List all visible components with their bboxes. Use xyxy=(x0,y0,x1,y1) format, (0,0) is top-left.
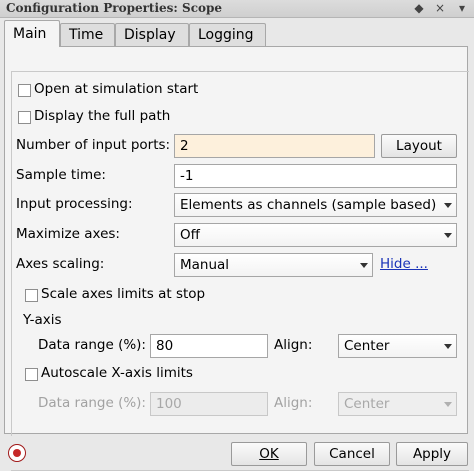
tab-bar: Main Time Display Logging xyxy=(0,20,474,47)
x-data-range-label: Data range (%): xyxy=(38,395,146,411)
chevron-down-icon xyxy=(360,263,368,268)
shade-icon[interactable]: ◆ xyxy=(411,1,427,15)
layout-button[interactable]: Layout xyxy=(381,134,457,158)
y-align-label: Align: xyxy=(274,337,313,353)
chevron-down-icon xyxy=(444,402,452,407)
axes-scaling-label: Axes scaling: xyxy=(16,256,105,272)
cancel-button-label: Cancel xyxy=(329,446,375,462)
tab-time[interactable]: Time xyxy=(60,23,115,47)
tab-main[interactable]: Main xyxy=(4,20,60,47)
display-full-path-checkbox[interactable] xyxy=(18,111,31,124)
x-align-value: Center xyxy=(344,396,390,412)
autoscale-x-label: Autoscale X-axis limits xyxy=(41,365,193,381)
ok-button-label: OK xyxy=(259,446,279,462)
x-data-range-field[interactable]: 100 xyxy=(150,392,268,416)
input-processing-label: Input processing: xyxy=(16,196,133,212)
chevron-down-icon xyxy=(444,203,452,208)
cancel-button[interactable]: Cancel xyxy=(314,442,390,466)
hide-options-link[interactable]: Hide ... xyxy=(380,256,428,272)
dialog-button-bar: OK Cancel Apply xyxy=(0,436,474,470)
x-align-label: Align: xyxy=(274,395,313,411)
close-icon[interactable]: × xyxy=(432,1,448,15)
sample-time-field[interactable]: -1 xyxy=(174,164,457,188)
num-input-ports-field[interactable]: 2 xyxy=(174,134,375,158)
apply-button[interactable]: Apply xyxy=(396,442,468,466)
x-align-select[interactable]: Center xyxy=(338,392,457,416)
sample-time-label: Sample time: xyxy=(16,167,106,183)
maximize-axes-value: Off xyxy=(180,227,200,243)
apply-button-label: Apply xyxy=(412,446,452,462)
ok-button[interactable]: OK xyxy=(231,442,307,466)
autoscale-x-checkbox[interactable] xyxy=(25,368,38,381)
y-align-value: Center xyxy=(344,338,390,354)
display-full-path-label: Display the full path xyxy=(34,108,171,124)
chevron-down-icon xyxy=(444,233,452,238)
input-processing-select[interactable]: Elements as channels (sample based) xyxy=(174,193,457,217)
title-bar: Configuration Properties: Scope ◆ × ▾ xyxy=(0,0,474,18)
y-align-select[interactable]: Center xyxy=(338,334,457,358)
chevron-down-icon xyxy=(444,344,452,349)
maximize-axes-label: Maximize axes: xyxy=(16,226,120,242)
window-title: Configuration Properties: Scope xyxy=(6,1,223,15)
axes-scaling-value: Manual xyxy=(180,257,230,273)
scale-limits-at-stop-label: Scale axes limits at stop xyxy=(41,286,206,302)
scale-limits-at-stop-checkbox[interactable] xyxy=(25,289,38,302)
y-data-range-label: Data range (%): xyxy=(38,337,146,353)
tab-display[interactable]: Display xyxy=(115,23,189,47)
chevron-down-icon[interactable]: ▾ xyxy=(454,1,470,15)
input-processing-value: Elements as channels (sample based) xyxy=(180,197,437,213)
y-data-range-field[interactable]: 80 xyxy=(150,334,268,358)
tab-logging[interactable]: Logging xyxy=(189,23,266,47)
help-icon[interactable] xyxy=(8,444,26,462)
axes-scaling-select[interactable]: Manual xyxy=(174,253,373,277)
open-at-start-checkbox[interactable] xyxy=(18,84,31,97)
open-at-start-label: Open at simulation start xyxy=(34,81,199,97)
maximize-axes-select[interactable]: Off xyxy=(174,223,457,247)
main-panel: Open at simulation start Display the ful… xyxy=(4,46,469,471)
num-input-ports-label: Number of input ports: xyxy=(16,137,171,153)
y-axis-heading: Y-axis xyxy=(23,312,62,328)
